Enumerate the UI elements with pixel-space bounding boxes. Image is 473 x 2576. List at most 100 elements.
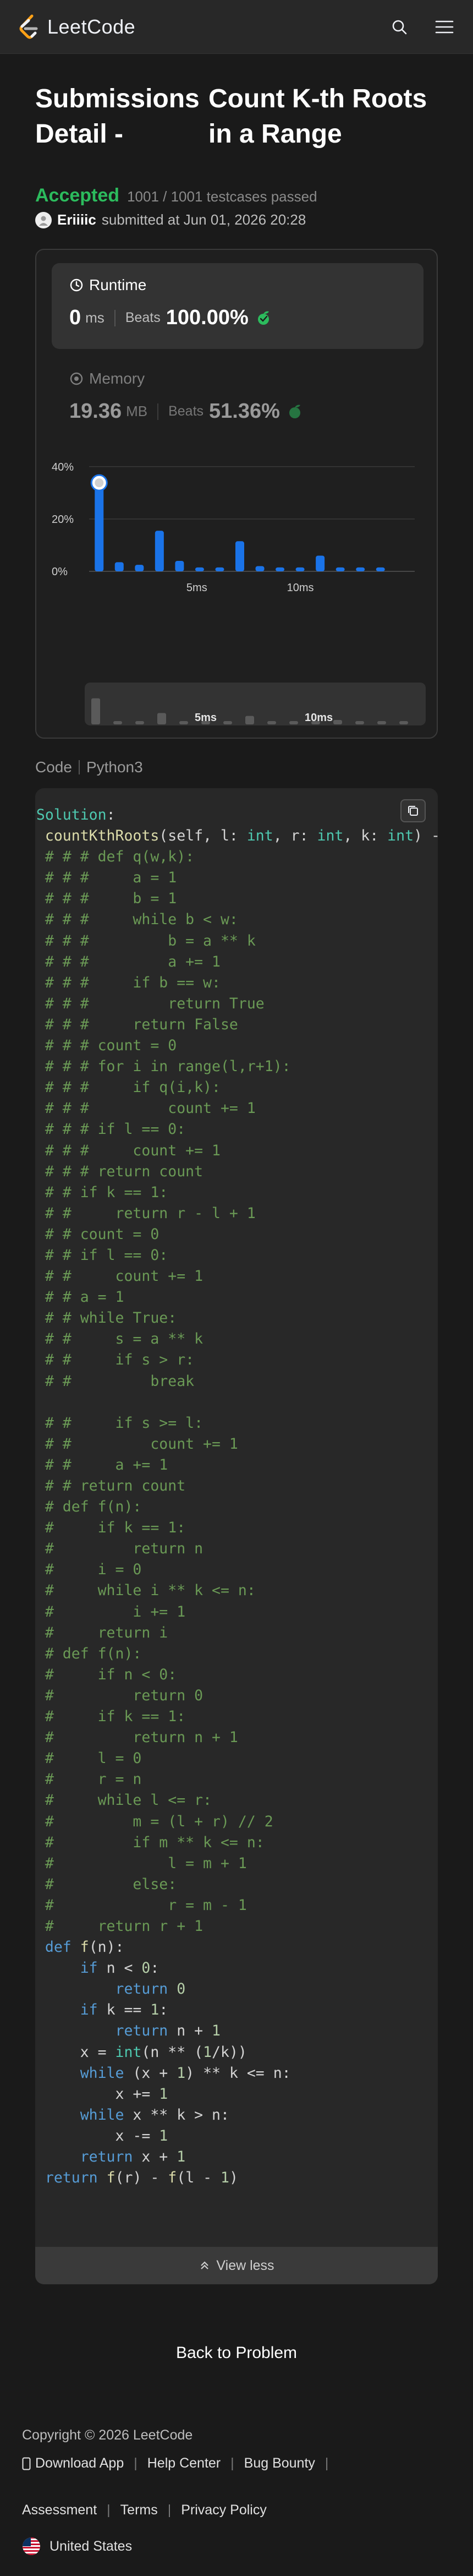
code-line: # l = m + 1 — [45, 1854, 247, 1872]
code-line: if k == 1: — [80, 2001, 168, 2019]
footer-link-bug-bounty[interactable]: Bug Bounty — [244, 2455, 315, 2471]
mini-bar — [267, 721, 276, 724]
mini-bar — [179, 721, 188, 724]
code-line: # if n < 0: — [45, 1666, 177, 1683]
mini-distribution[interactable]: 5ms 10ms — [85, 683, 426, 725]
code-line: # i += 1 — [45, 1603, 186, 1620]
code-line: # return n + 1 — [45, 1729, 238, 1747]
code-line: # while l <= r: — [45, 1792, 212, 1809]
title-prefix: Submissions Detail - — [35, 84, 200, 149]
chart-bar — [155, 531, 164, 571]
runtime-box[interactable]: Runtime 0 ms Beats 100.00% — [52, 263, 424, 349]
back-to-problem-link[interactable]: Back to Problem — [0, 2344, 473, 2362]
author-name[interactable]: Eriiiic — [57, 211, 96, 228]
phone-icon — [22, 2457, 31, 2470]
code-line: # # # def q(w,k): — [45, 848, 195, 866]
copy-button[interactable] — [400, 799, 426, 822]
footer-link-assessment[interactable]: Assessment — [22, 2502, 97, 2518]
code-line: # def f(n): — [45, 1498, 142, 1516]
y-tick-label: 40% — [52, 461, 74, 473]
memory-beats-label: Beats — [168, 403, 204, 419]
x-tick-label: 5ms — [186, 582, 207, 594]
view-less-label: View less — [216, 2257, 274, 2273]
code-line: # # return r - l + 1 — [45, 1204, 256, 1222]
code-content[interactable]: Solution: ef countKthRoots(self, l: int, … — [35, 805, 438, 2188]
leaf-icon — [257, 311, 269, 325]
code-line: # # # for i in range(l,r+1): — [45, 1058, 291, 1076]
code-line: # # a += 1 — [45, 1456, 168, 1473]
code-line: while (x + 1) ** k <= n: — [80, 2064, 291, 2082]
footer: Copyright © 2026 LeetCode Download App |… — [22, 2427, 451, 2556]
brand-logo[interactable]: LeetCode — [18, 14, 135, 40]
code-line: # return i — [45, 1624, 168, 1641]
testcases-passed: 1001 / 1001 testcases passed — [127, 188, 317, 205]
submitted-time: submitted at Jun 01, 2026 20:28 — [101, 211, 306, 228]
y-tick-label: 20% — [52, 514, 74, 526]
search-button[interactable] — [388, 16, 410, 38]
code-line: # # s = a ** k — [45, 1330, 204, 1348]
code-line: # # count += 1 — [45, 1435, 238, 1453]
divider: | — [324, 2455, 329, 2471]
runtime-distribution-chart[interactable]: 40% 20% 0% 5ms 10ms — [52, 454, 424, 652]
problem-title-link[interactable]: Count K-th Roots in a Range — [208, 81, 442, 152]
chart-range-navigator[interactable]: 5ms 10ms — [85, 683, 426, 725]
code-line: # # # a += 1 — [45, 953, 221, 970]
country-selector[interactable]: United States — [22, 2537, 451, 2556]
footer-link-help-center[interactable]: Help Center — [147, 2455, 221, 2471]
chart-bar — [215, 567, 224, 571]
code-line: x += 1 — [115, 2085, 168, 2103]
code-line: # # # if b == w: — [45, 974, 221, 991]
code-line: return n + 1 — [115, 2022, 221, 2040]
code-line: # # count = 0 — [45, 1225, 160, 1243]
chart-bar — [295, 567, 305, 571]
mini-bar — [113, 721, 122, 724]
copy-icon — [408, 806, 418, 816]
code-line: # # # return count — [45, 1163, 204, 1180]
divider: | — [107, 2502, 111, 2518]
memory-unit: MB — [126, 403, 148, 419]
menu-button[interactable] — [433, 16, 455, 38]
code-line: x -= 1 — [115, 2127, 168, 2144]
top-navbar: LeetCode — [0, 0, 473, 54]
copyright: Copyright © 2026 LeetCode — [22, 2427, 193, 2443]
footer-link-label: Download App — [35, 2455, 124, 2471]
code-line: ef countKthRoots(self, l: int, r: int, k… — [35, 827, 438, 845]
footer-link-privacy-policy[interactable]: Privacy Policy — [181, 2502, 267, 2518]
code-line: # i = 0 — [45, 1561, 142, 1579]
code-line: # # # if q(i,k): — [45, 1079, 221, 1096]
chart-bar — [135, 565, 144, 571]
code-line: return x + 1 — [80, 2148, 186, 2165]
code-label: Code — [35, 758, 72, 776]
user-avatar-icon — [95, 478, 104, 488]
code-line: # r = n — [45, 1771, 142, 1788]
code-line: # # # count += 1 — [45, 1100, 256, 1117]
footer-link-download-app[interactable]: Download App — [22, 2455, 124, 2471]
mini-bar — [377, 721, 386, 724]
code-line: # if k == 1: — [45, 1519, 186, 1537]
chart-bar — [316, 555, 325, 571]
view-less-button[interactable]: View less — [35, 2247, 438, 2284]
code-line: # # # count += 1 — [45, 1142, 221, 1159]
code-line: # if m ** k <= n: — [45, 1833, 265, 1851]
submission-status: Accepted 1001 / 1001 testcases passed — [35, 185, 317, 206]
code-line: # # while True: — [45, 1309, 177, 1327]
hamburger-menu-icon — [435, 20, 454, 33]
code-line: # def f(n): — [45, 1645, 142, 1662]
code-line: # r = m - 1 — [45, 1896, 247, 1914]
memory-label: Memory — [89, 370, 145, 387]
chart-bar — [195, 567, 204, 571]
code-line: # # # b = 1 — [45, 890, 177, 908]
mini-x-tick-label: 5ms — [195, 712, 217, 724]
divider — [157, 403, 159, 420]
memory-box[interactable]: Memory 19.36 MB Beats 51.36% — [52, 370, 424, 436]
code-line: # # if s > r: — [45, 1351, 195, 1369]
code-line: # # return count — [45, 1477, 186, 1494]
avatar[interactable] — [35, 211, 52, 228]
performance-card: Runtime 0 ms Beats 100.00% Memory 19.36 … — [35, 249, 438, 739]
code-line: # return 0 — [45, 1687, 204, 1704]
footer-link-terms[interactable]: Terms — [120, 2502, 158, 2518]
runtime-beats-value: 100.00% — [166, 306, 249, 329]
code-line: # l = 0 — [45, 1750, 142, 1767]
chart-bar — [356, 567, 365, 571]
chart-bar — [235, 541, 244, 571]
